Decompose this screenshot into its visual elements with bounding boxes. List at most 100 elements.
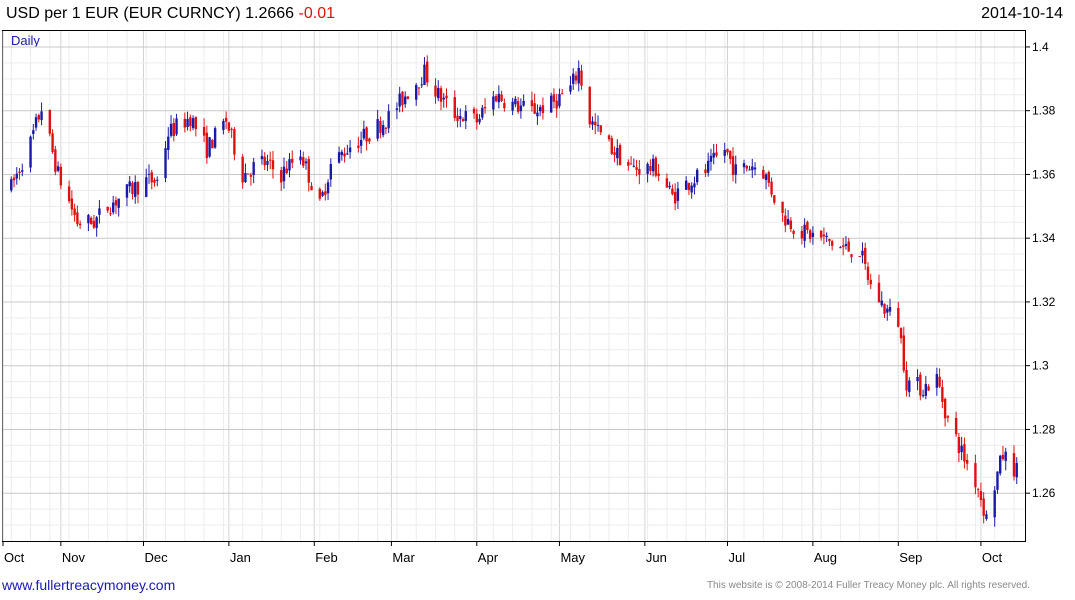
candle-down xyxy=(230,128,233,130)
candle-down xyxy=(806,221,809,230)
candle-up xyxy=(98,208,101,215)
candle-down xyxy=(866,266,870,280)
x-tick-label: May xyxy=(560,550,585,565)
candle-down xyxy=(552,94,556,102)
candle-down xyxy=(610,138,613,154)
candle-down xyxy=(109,213,112,215)
candle-up xyxy=(420,84,423,86)
x-tick-label: Aug xyxy=(814,550,837,565)
candle-up xyxy=(222,121,225,131)
candle-down xyxy=(957,436,961,454)
candle-down xyxy=(982,498,985,516)
candle-up xyxy=(935,373,939,388)
candle-up xyxy=(423,64,426,85)
candle-up xyxy=(522,100,525,106)
candle-down xyxy=(902,335,905,371)
candle-down xyxy=(919,374,922,396)
candle-down xyxy=(976,489,980,491)
candle-down xyxy=(671,188,674,195)
candle-up xyxy=(549,95,553,113)
candle-down xyxy=(302,157,305,166)
candle-up xyxy=(921,395,925,397)
x-tick-label: Apr xyxy=(478,550,499,565)
candle-up xyxy=(924,383,928,396)
candle-down xyxy=(172,122,175,136)
candle-up xyxy=(340,151,344,156)
candle-down xyxy=(726,148,729,153)
candle-up xyxy=(34,117,38,128)
candle-down xyxy=(241,156,244,183)
candle-down xyxy=(627,161,630,166)
candle-down xyxy=(789,220,793,230)
candle-up xyxy=(128,181,131,187)
candle-up xyxy=(478,118,481,123)
candle-up xyxy=(208,137,211,157)
candle-down xyxy=(483,107,487,109)
candle-down xyxy=(89,217,93,225)
candle-up xyxy=(164,148,167,179)
candle-up xyxy=(723,150,726,156)
candle-up xyxy=(695,169,699,183)
candle-up xyxy=(999,455,1002,474)
candle-down xyxy=(979,491,983,501)
candle-down xyxy=(291,158,294,163)
candle-up xyxy=(888,306,892,312)
candle-up xyxy=(960,445,963,453)
candle-up xyxy=(616,147,619,159)
candle-down xyxy=(869,279,872,285)
candle-down xyxy=(638,169,641,175)
candle-down xyxy=(704,169,707,174)
candle-up xyxy=(398,93,401,107)
candle-up xyxy=(362,128,366,139)
x-tick-label: Mar xyxy=(392,550,415,565)
candle-down xyxy=(37,115,41,120)
candle-down xyxy=(773,195,776,203)
candle-down xyxy=(285,168,288,174)
candle-down xyxy=(555,100,558,109)
candle-down xyxy=(530,100,534,107)
x-tick-label: Oct xyxy=(982,550,1003,565)
candle-down xyxy=(379,121,382,133)
candle-up xyxy=(536,112,539,117)
candle-down xyxy=(767,172,771,183)
candle-up xyxy=(252,162,255,176)
candle-down xyxy=(858,256,861,258)
candle-up xyxy=(712,152,715,158)
candle-down xyxy=(561,93,564,95)
candle-down xyxy=(249,174,253,177)
candle-up xyxy=(569,85,572,92)
candle-up xyxy=(147,173,151,175)
website-link[interactable]: www.fullertreacymoney.com xyxy=(2,577,175,593)
candle-down xyxy=(607,135,611,140)
candle-up xyxy=(359,139,363,146)
candle-down xyxy=(202,126,206,136)
candle-down xyxy=(1012,453,1016,477)
candle-up xyxy=(125,184,129,198)
candle-down xyxy=(599,125,602,133)
candle-up xyxy=(844,244,848,246)
candle-down xyxy=(841,245,845,248)
candle-down xyxy=(461,119,465,122)
candle-down xyxy=(92,220,96,228)
candle-down xyxy=(472,108,476,114)
candle-down xyxy=(541,105,545,114)
candle-down xyxy=(224,117,228,122)
candle-down xyxy=(494,96,498,102)
candle-down xyxy=(822,234,826,237)
candle-up xyxy=(709,155,713,162)
candle-down xyxy=(54,149,57,172)
candle-up xyxy=(514,98,517,105)
candle-down xyxy=(974,463,977,488)
x-tick-label: Jan xyxy=(230,550,251,565)
candle-up xyxy=(329,163,333,180)
candle-up xyxy=(803,224,806,241)
candle-down xyxy=(941,387,944,402)
candle-up xyxy=(734,164,737,175)
candle-down xyxy=(516,101,520,112)
candle-up xyxy=(29,136,32,168)
candle-down xyxy=(877,282,881,303)
y-tick-label: 1.3 xyxy=(1032,359,1049,373)
candle-down xyxy=(271,160,275,170)
candle-down xyxy=(324,191,327,195)
candle-up xyxy=(244,172,247,183)
